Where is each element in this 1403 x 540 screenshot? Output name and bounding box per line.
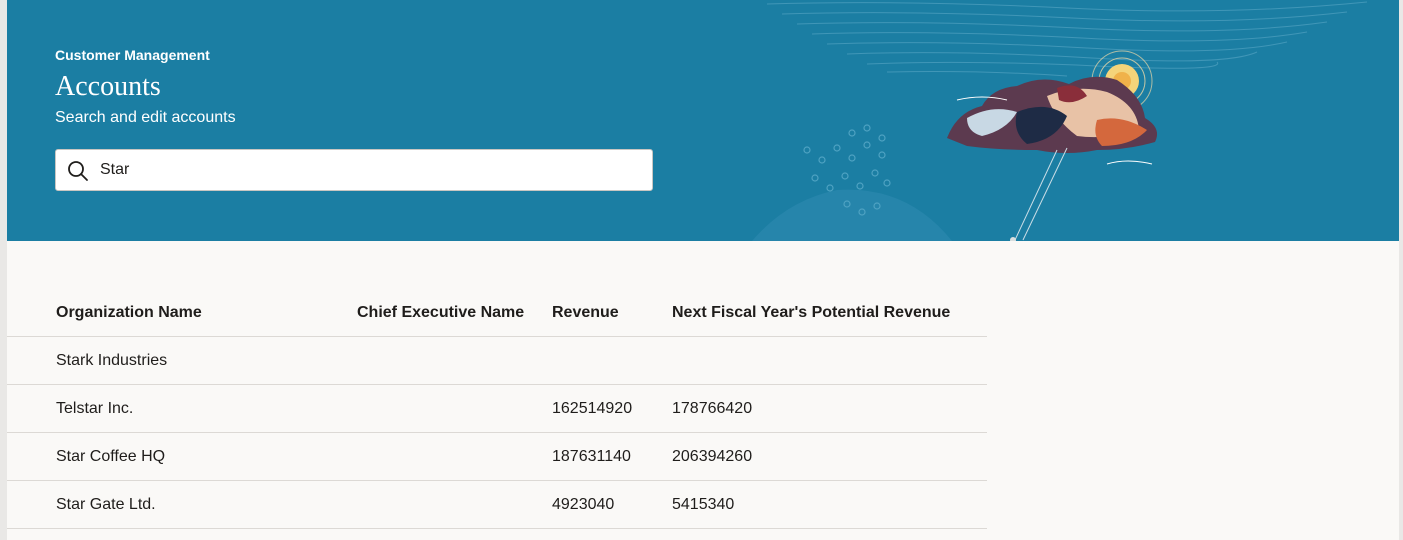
app-frame: Customer Management Accounts Search and … [7, 0, 1399, 540]
cell-revenue: 162514920 [552, 384, 672, 433]
column-header-chief-executive-name[interactable]: Chief Executive Name [357, 289, 552, 337]
column-header-organization-name[interactable]: Organization Name [7, 289, 357, 337]
cell-next-fiscal-year-revenue [672, 336, 987, 385]
column-header-next-fiscal-year-revenue[interactable]: Next Fiscal Year's Potential Revenue [672, 289, 987, 337]
cell-next-fiscal-year-revenue: 206394260 [672, 432, 987, 481]
cell-chief-executive-name [357, 432, 552, 481]
cell-next-fiscal-year-revenue: 5415340 [672, 480, 987, 529]
page-header: Customer Management Accounts Search and … [7, 0, 1399, 241]
swing-figure-icon [1010, 237, 1016, 241]
wave-pattern [766, 1, 1368, 77]
cell-organization-name: Star Gate Ltd. [7, 480, 357, 529]
cell-chief-executive-name [357, 384, 552, 433]
cell-next-fiscal-year-revenue: 178766420 [672, 384, 987, 433]
sun-icon [1091, 50, 1153, 112]
dots-pattern [803, 124, 891, 216]
search-box[interactable] [55, 149, 653, 191]
table-row[interactable]: Star Gate Ltd. 4923040 5415340 [7, 480, 987, 529]
table-header-row: Organization Name Chief Executive Name R… [7, 289, 987, 337]
cell-organization-name: Star Coffee HQ [7, 432, 357, 481]
hill-shape [752, 189, 952, 241]
column-header-revenue[interactable]: Revenue [552, 289, 672, 337]
page-title: Accounts [55, 71, 161, 102]
cell-revenue: 187631140 [552, 432, 672, 481]
breadcrumb: Customer Management [55, 47, 210, 63]
cell-chief-executive-name [357, 480, 552, 529]
search-icon [68, 161, 88, 181]
cell-revenue [552, 336, 672, 385]
table-row[interactable]: Stark Industries [7, 336, 987, 385]
accounts-table: Organization Name Chief Executive Name R… [7, 289, 987, 529]
cloud-island [947, 76, 1158, 241]
cell-organization-name: Stark Industries [7, 336, 357, 385]
page-subtitle: Search and edit accounts [55, 109, 236, 126]
cell-organization-name: Telstar Inc. [7, 384, 357, 433]
cell-revenue: 4923040 [552, 480, 672, 529]
table-row[interactable]: Telstar Inc. 162514920 178766420 [7, 384, 987, 433]
search-input[interactable] [100, 151, 640, 189]
table-row[interactable]: Star Coffee HQ 187631140 206394260 [7, 432, 987, 481]
cell-chief-executive-name [357, 336, 552, 385]
